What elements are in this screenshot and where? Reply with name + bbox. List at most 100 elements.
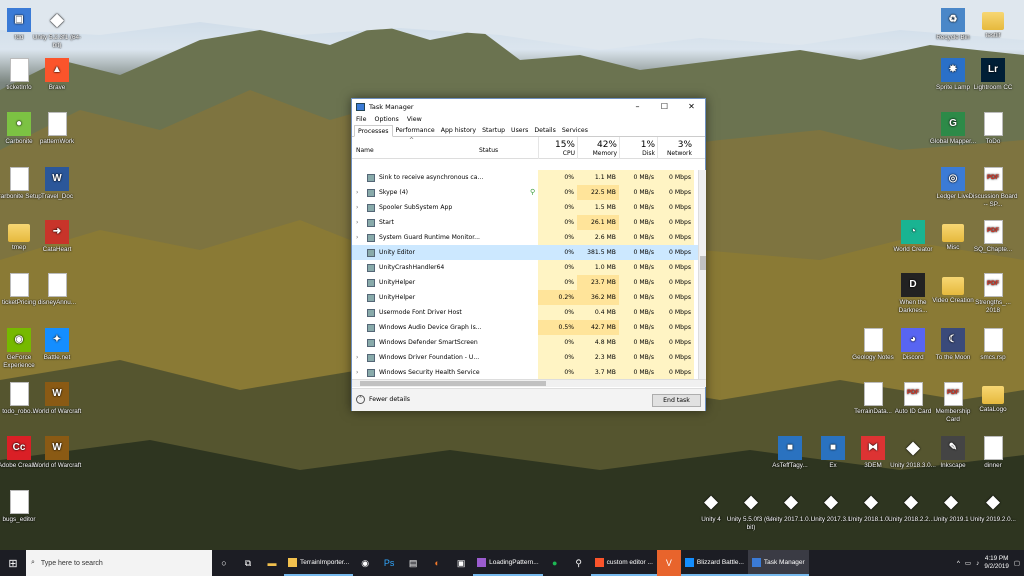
image-viewer-icon[interactable]: ▣ xyxy=(449,550,473,576)
volume-icon[interactable]: ♪ xyxy=(976,560,979,567)
desktop-icon[interactable]: W World of Warcraft xyxy=(32,436,82,470)
process-row[interactable]: › Spooler SubSystem App 0% 1.5 MB 0 MB/s 0 Mb… xyxy=(352,200,698,215)
column-memory[interactable]: 42% Memory xyxy=(577,137,619,159)
column-network[interactable]: 3% Network xyxy=(657,137,694,159)
clock[interactable]: 4:19 PM 9/2/2019 xyxy=(984,555,1009,571)
process-row[interactable]: › System Guard Runtime Monitor... 0% 2.6 MB… xyxy=(352,230,698,245)
unity-icon: ◆ xyxy=(986,492,1000,512)
tab-users[interactable]: Users xyxy=(508,125,531,136)
file-explorer-icon[interactable]: ▬ xyxy=(260,550,284,576)
desktop-icon-label: Brave xyxy=(48,84,66,91)
close-button[interactable]: ✕ xyxy=(678,102,705,111)
desktop-icon[interactable]: disneyAnnu... xyxy=(32,273,82,307)
desktop-icon[interactable]: ToDo xyxy=(968,112,1018,146)
desktop-icon[interactable]: PDF Discussion Board -- SP... xyxy=(968,167,1018,208)
desktop-icon[interactable]: PDF SQ_Chapte... xyxy=(968,220,1018,254)
process-row[interactable]: › Windows Security Health Service 0% 3.7 MB… xyxy=(352,365,698,379)
pin-icon[interactable]: ⚲ xyxy=(567,550,591,576)
chevron-right-icon[interactable]: › xyxy=(356,230,358,245)
menu-file[interactable]: File xyxy=(356,116,367,123)
file-icon xyxy=(9,382,29,406)
chevron-right-icon[interactable]: › xyxy=(356,365,358,379)
chevron-right-icon[interactable]: › xyxy=(356,215,358,230)
chevron-right-icon[interactable]: › xyxy=(356,350,358,365)
desktop-icon[interactable]: smcs.rsp xyxy=(968,328,1018,362)
desktop-icon[interactable]: patternWork xyxy=(32,112,82,146)
process-row[interactable]: › Start 0% 26.1 MB 0 MB/s 0 Mbps xyxy=(352,215,698,230)
process-list[interactable]: Sink to receive asynchronous ca... 0% 1.1 … xyxy=(352,170,698,379)
process-row[interactable]: › Skype (4) ⚲ 0% 22.5 MB 0 MB/s 0 Mbps xyxy=(352,185,698,200)
process-name: Skype (4) xyxy=(379,189,408,196)
process-row[interactable]: UnityCrashHandler64 0% 1.0 MB 0 MB/s 0 Mbps xyxy=(352,260,698,275)
tray-overflow-icon[interactable]: ^ xyxy=(957,560,960,567)
desktop-icon[interactable]: ◆ Unity 2019.2.0... xyxy=(968,490,1018,524)
taskbar-app-brave[interactable]: custom editor ... xyxy=(590,550,657,576)
notification-icon[interactable]: ▢ xyxy=(1014,559,1020,567)
desktop-icon[interactable]: bugs_editor xyxy=(0,490,44,524)
desktop-icon[interactable]: CataLogo xyxy=(968,382,1018,414)
network-icon[interactable]: ▭ xyxy=(965,559,971,567)
start-button[interactable]: ⊞ xyxy=(0,550,26,576)
fewer-details-link[interactable]: ⌃ Fewer details xyxy=(356,395,410,404)
cortana-icon[interactable]: ○ xyxy=(212,550,236,576)
menu-options[interactable]: Options xyxy=(375,116,399,123)
tab-performance[interactable]: Performance xyxy=(393,125,438,136)
photoshop-icon[interactable]: Ps xyxy=(377,550,401,576)
column-status[interactable]: Status xyxy=(479,147,498,169)
taskbar-app-terrainimporter[interactable]: TerrainImporter... xyxy=(284,550,354,576)
column-name[interactable]: Name xyxy=(356,147,374,169)
maximize-button[interactable]: ☐ xyxy=(651,102,678,111)
vertical-scrollbar[interactable] xyxy=(698,170,706,379)
sort-arrow-icon: ^ xyxy=(409,137,415,144)
steam-icon[interactable]: ◉ xyxy=(353,550,377,576)
process-row[interactable]: UnityHelper 0.2% 36.2 MB 0 MB/s 0 Mbps xyxy=(352,290,698,305)
horizontal-scrollbar[interactable] xyxy=(352,379,706,387)
tab-details[interactable]: Details xyxy=(531,125,558,136)
chevron-right-icon[interactable]: › xyxy=(356,200,358,215)
file-icon xyxy=(863,328,883,352)
process-row[interactable]: Unity Editor 0% 381.5 MB 0 MB/s 0 Mbps xyxy=(352,245,698,260)
desktop-icon[interactable]: dinner xyxy=(968,436,1018,470)
end-task-button[interactable]: End task xyxy=(652,394,701,407)
desktop-icon[interactable]: Lr Lightroom CC xyxy=(968,58,1018,92)
process-row[interactable]: Usermode Font Driver Host 0% 0.4 MB 0 MB/s 0… xyxy=(352,305,698,320)
tab-processes[interactable]: Processes xyxy=(354,125,393,137)
desktop-icon[interactable]: ➜ CataHeart xyxy=(32,220,82,254)
search-box[interactable]: ⌕ Type here to search xyxy=(26,550,212,576)
desktop-icon[interactable]: ▲ Brave xyxy=(32,58,82,92)
task-view-icon[interactable]: ⧉ xyxy=(236,550,260,576)
tab-app-history[interactable]: App history xyxy=(438,125,479,136)
spotify-icon[interactable]: ● xyxy=(543,550,567,576)
task-manager-window[interactable]: Task Manager – ☐ ✕ File Options View Pro… xyxy=(351,98,706,411)
blender-icon[interactable]: ◐ xyxy=(425,550,449,576)
process-icon xyxy=(367,324,375,332)
desktop-icon[interactable]: W Travel_Doc xyxy=(32,167,82,201)
menu-view[interactable]: View xyxy=(407,116,422,123)
chevron-right-icon[interactable]: › xyxy=(356,185,358,200)
file-icon xyxy=(47,112,67,136)
vectorworks-icon[interactable]: V xyxy=(656,550,681,576)
desktop-icon[interactable]: ◆ Unity 5.2.3f1 (64-bit) xyxy=(32,8,82,49)
desktop-icon-label: ToDo xyxy=(985,138,1001,145)
taskbar-app-task-manager[interactable]: Task Manager xyxy=(747,550,809,576)
column-disk[interactable]: 1% Disk xyxy=(619,137,657,159)
desktop-icon[interactable]: testlif xyxy=(968,8,1018,40)
desktop-icon[interactable]: W World of Warcraft xyxy=(32,382,82,416)
scroll-thumb[interactable] xyxy=(700,256,706,270)
process-row[interactable]: Windows Audio Device Graph Is... 0.5% 42.7… xyxy=(352,320,698,335)
notepad-icon[interactable]: ▤ xyxy=(401,550,425,576)
tab-services[interactable]: Services xyxy=(559,125,591,136)
process-row[interactable]: › Windows Driver Foundation - U... 0% 2.3 M… xyxy=(352,350,698,365)
minimize-button[interactable]: – xyxy=(624,102,651,111)
process-row[interactable]: Sink to receive asynchronous ca... 0% 1.1 … xyxy=(352,170,698,185)
process-row[interactable]: Windows Defender SmartScreen 0% 4.8 MB 0 MB… xyxy=(352,335,698,350)
column-cpu[interactable]: 15% CPU xyxy=(538,137,577,159)
scroll-thumb[interactable] xyxy=(360,381,546,386)
desktop-icon[interactable]: PDF Strengths_... 2018 xyxy=(968,273,1018,314)
tab-startup[interactable]: Startup xyxy=(479,125,508,136)
process-row[interactable]: UnityHelper 0% 23.7 MB 0 MB/s 0 Mbps xyxy=(352,275,698,290)
title-bar[interactable]: Task Manager – ☐ ✕ xyxy=(352,99,705,114)
desktop-icon[interactable]: ✦ Battle.net xyxy=(32,328,82,362)
taskbar-app-visual-studio[interactable]: LoadingPattern... xyxy=(473,550,543,576)
taskbar-app-battlenet[interactable]: Blizzard Battle... xyxy=(680,550,748,576)
